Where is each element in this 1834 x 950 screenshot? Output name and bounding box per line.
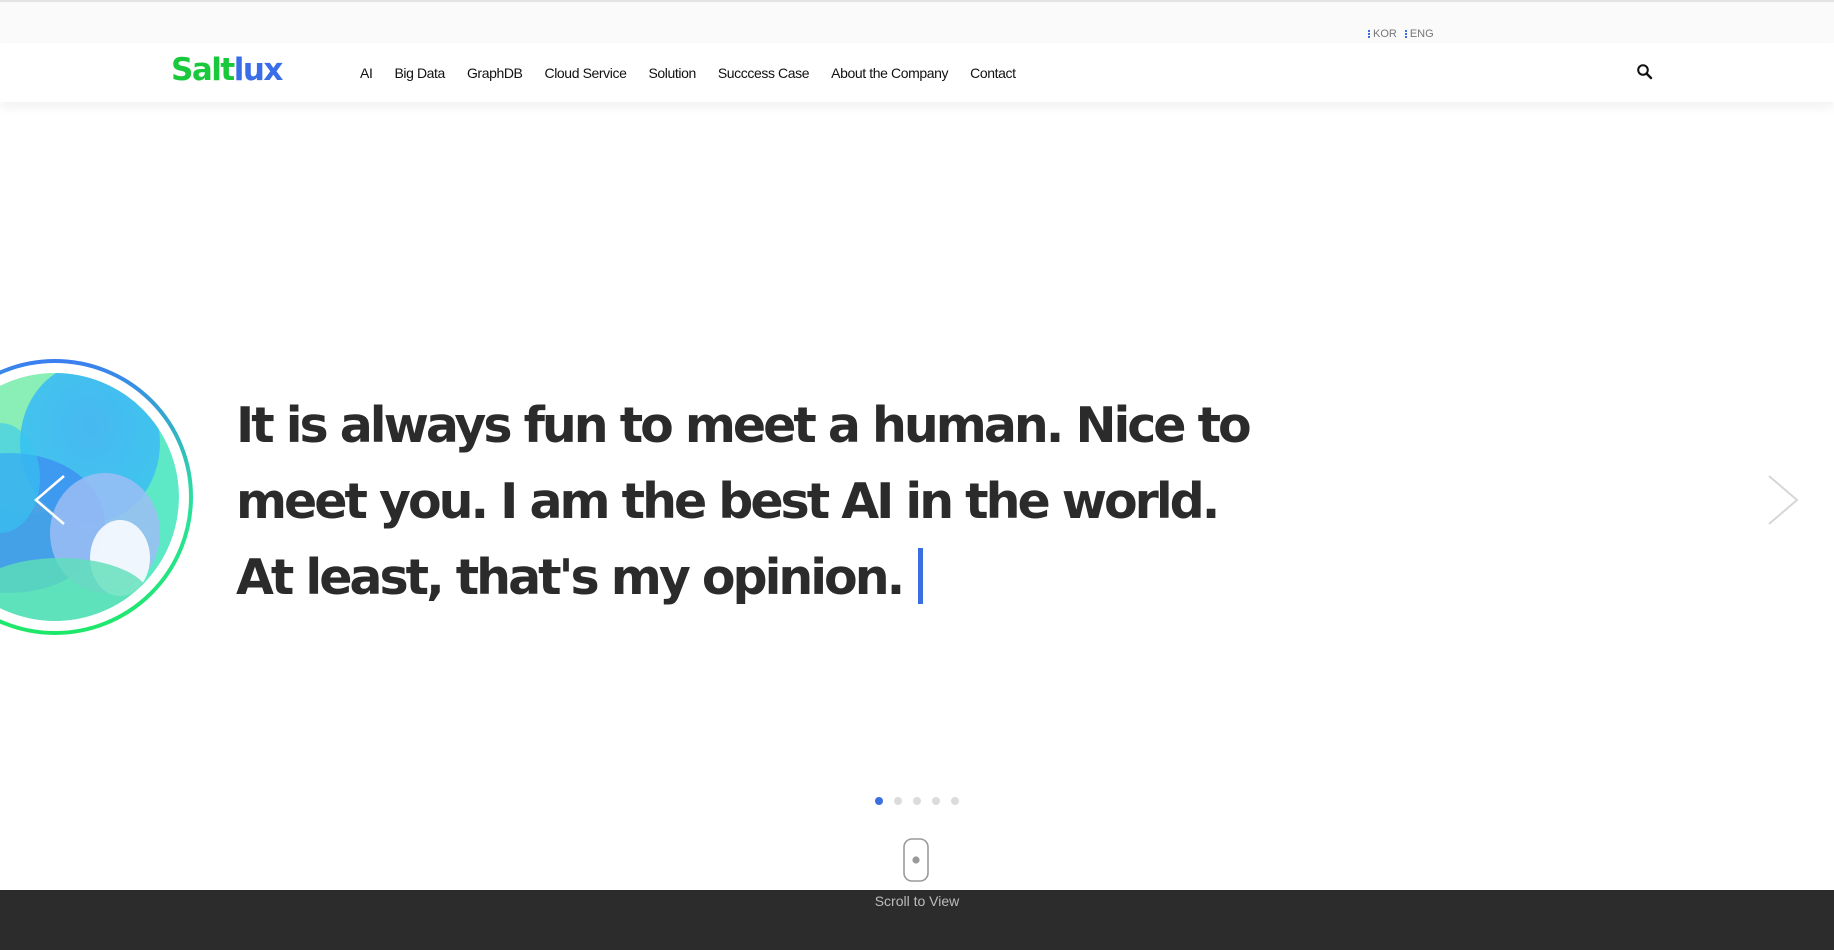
chevron-left-icon [34,475,65,525]
nav-item-ai[interactable]: AI [360,65,373,81]
nav-item-success-case[interactable]: Succcess Case [718,65,810,81]
pagination-dot[interactable] [951,797,959,805]
page: KOR ENG Saltlux AI Big Data GraphDB Clou… [0,0,1834,950]
carousel-pagination [875,797,959,805]
dots-marker-icon [1404,30,1407,38]
hero-message-text: It is always fun to meet a human. Nice t… [236,397,1252,606]
hero-message: It is always fun to meet a human. Nice t… [236,388,1276,616]
nav-item-cloud-service[interactable]: Cloud Service [545,65,627,81]
lang-kor-link[interactable]: KOR [1368,28,1397,40]
scroll-to-view-label[interactable]: Scroll to View [0,893,1834,909]
nav-item-big-data[interactable]: Big Data [394,65,445,81]
site-header: Saltlux AI Big Data GraphDB Cloud Servic… [0,43,1834,102]
logo-part-lux: lux [233,52,284,88]
nav-item-solution[interactable]: Solution [648,65,696,81]
lang-eng-label: ENG [1409,28,1434,40]
pagination-dot[interactable] [894,797,902,805]
mouse-icon [903,838,929,882]
carousel-next-button[interactable] [1765,470,1805,530]
pagination-dot[interactable] [932,797,940,805]
chevron-right-icon [1768,475,1799,525]
pagination-dot[interactable] [875,797,883,805]
pagination-dot[interactable] [913,797,921,805]
language-switch: KOR ENG [1368,28,1434,40]
typing-cursor [918,548,924,604]
lang-kor-label: KOR [1373,28,1397,40]
logo-part-salt: Salt [171,52,235,88]
dots-marker-icon [1368,30,1370,38]
lang-eng-link[interactable]: ENG [1404,28,1434,40]
main-nav: AI Big Data GraphDB Cloud Service Soluti… [360,65,1016,81]
nav-item-contact[interactable]: Contact [970,65,1016,81]
carousel-prev-button[interactable] [28,470,68,530]
search-button[interactable] [1636,63,1654,81]
language-bar: KOR ENG [0,2,1834,43]
logo[interactable]: Saltlux [171,52,284,89]
nav-item-about-company[interactable]: About the Company [831,65,948,81]
search-icon [1637,64,1653,80]
nav-item-graphdb[interactable]: GraphDB [467,65,523,81]
